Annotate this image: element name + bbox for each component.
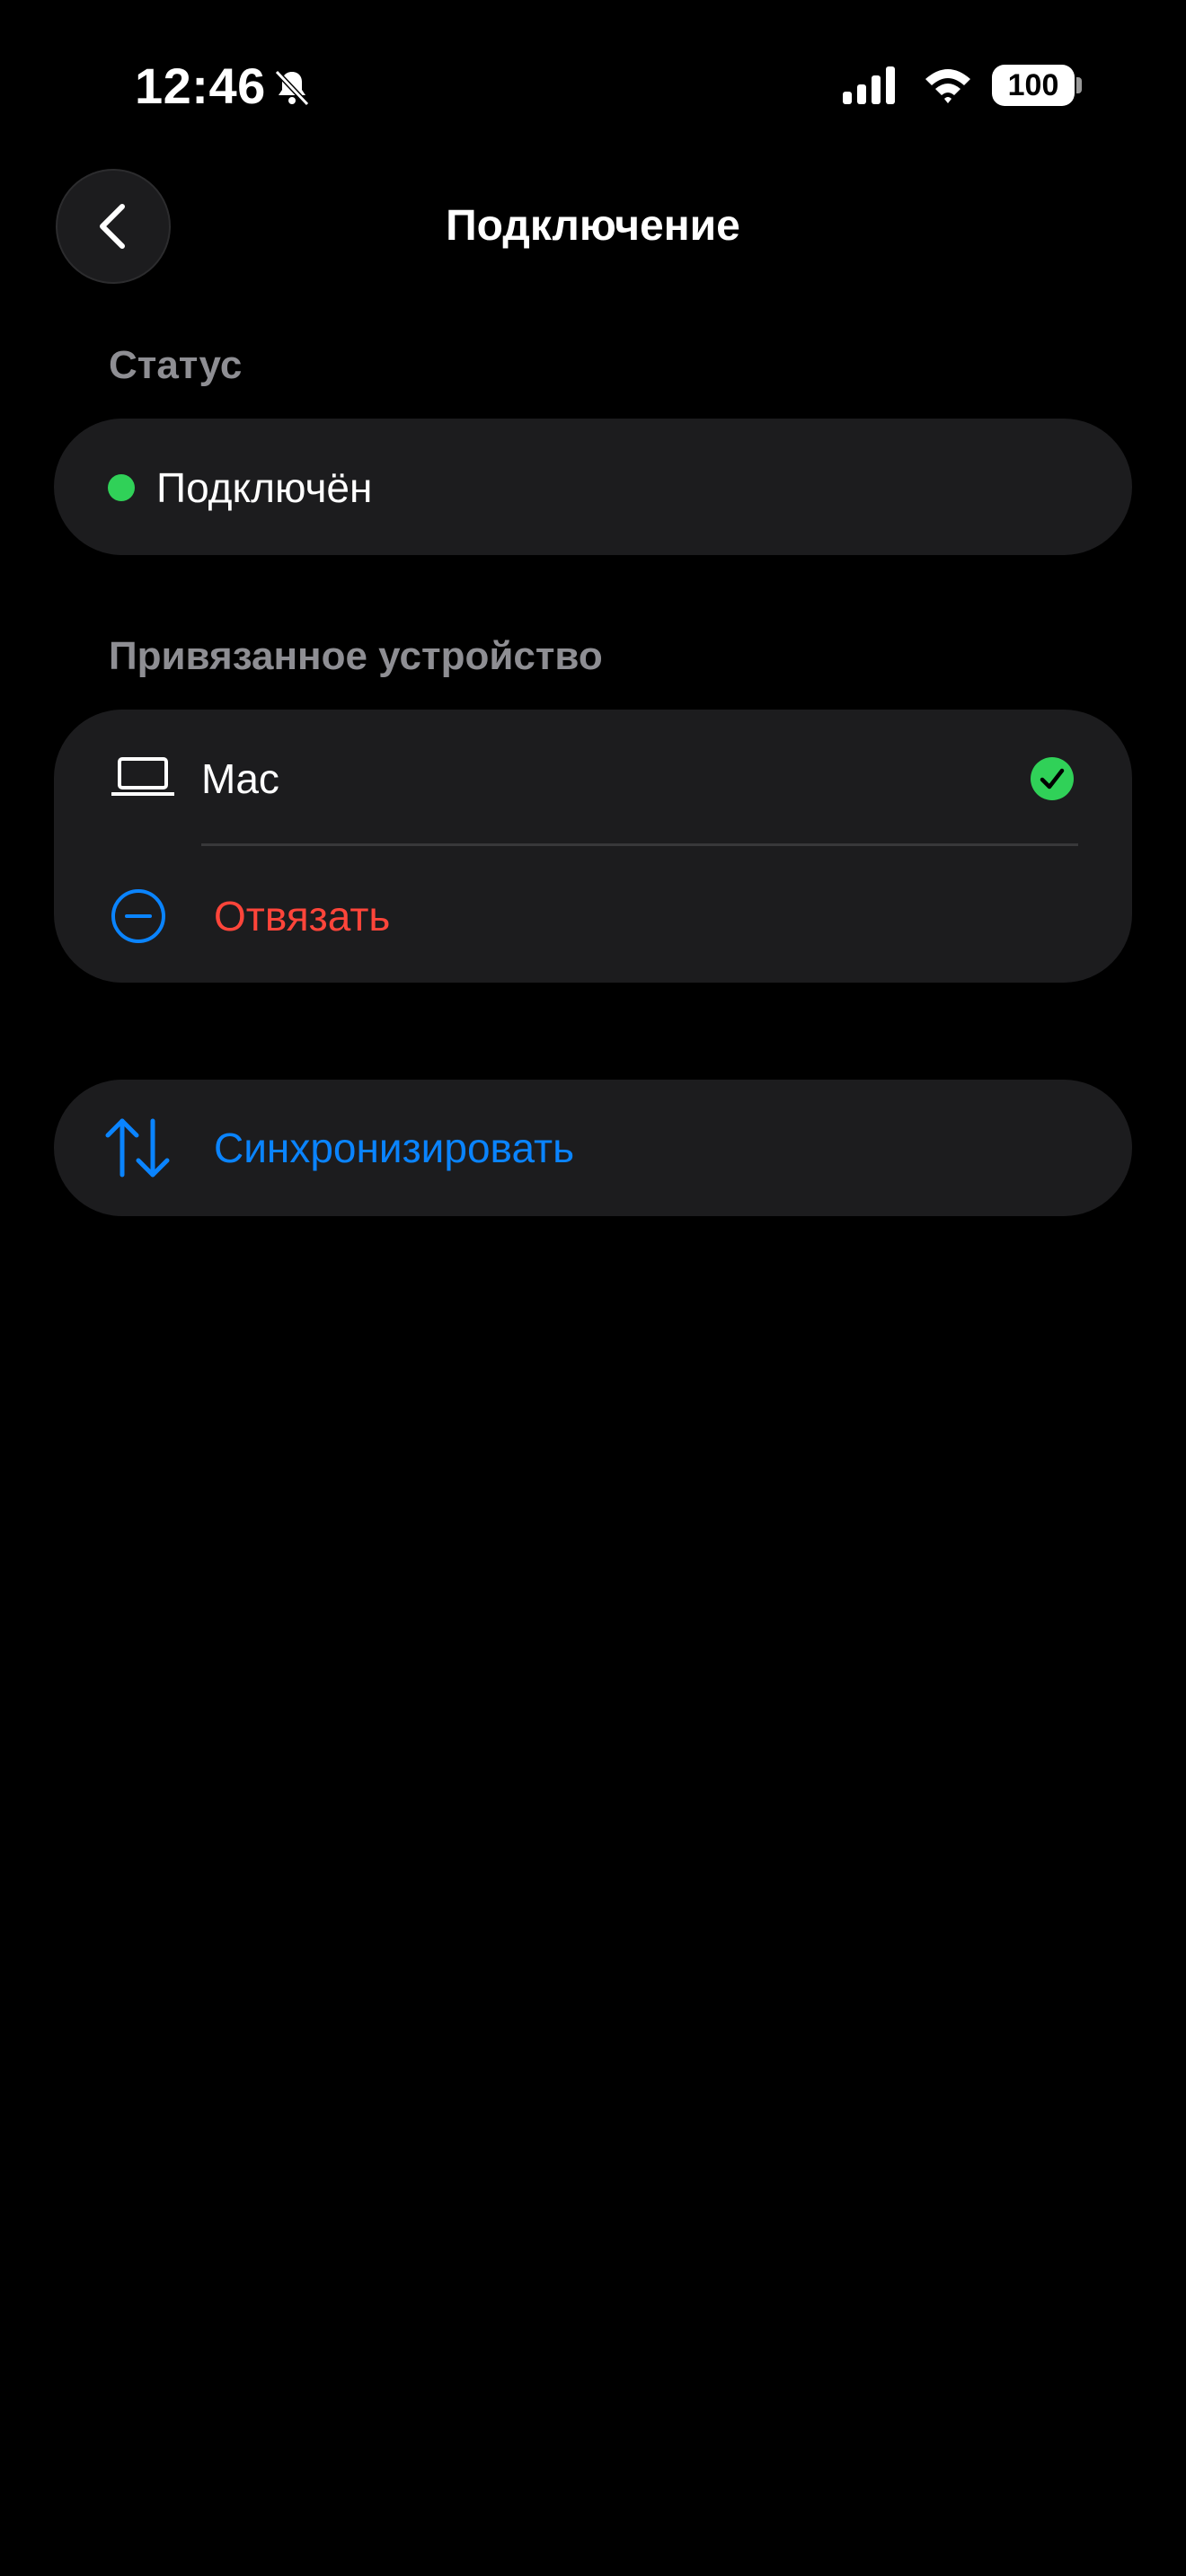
page-title: Подключение	[446, 202, 740, 250]
wifi-icon	[925, 69, 970, 103]
checkmark-circle-icon	[1031, 757, 1074, 800]
battery-icon: 100	[992, 65, 1075, 106]
cellular-signal-icon	[843, 66, 895, 104]
status-time: 12:46	[135, 57, 266, 114]
connection-status-text: Подключён	[156, 464, 373, 511]
status-bar: 12:46 100	[0, 0, 1186, 171]
arrows-up-down-icon	[105, 1118, 170, 1178]
row-divider	[201, 843, 1078, 846]
bell-slash-icon	[274, 69, 310, 107]
device-name[interactable]: Mac	[201, 753, 279, 805]
minus-circle-icon[interactable]	[110, 887, 167, 945]
laptop-icon	[111, 757, 174, 796]
unlink-button[interactable]: Отвязать	[214, 890, 390, 942]
device-section-header: Привязанное устройство	[109, 634, 603, 678]
status-section-header: Статус	[109, 343, 243, 387]
sync-label[interactable]: Синхронизировать	[214, 1122, 574, 1174]
connection-screen: 12:46 100 Подключение Статус Подключён П…	[0, 0, 1186, 2576]
connected-indicator-dot	[108, 474, 135, 501]
battery-cap	[1076, 77, 1082, 93]
